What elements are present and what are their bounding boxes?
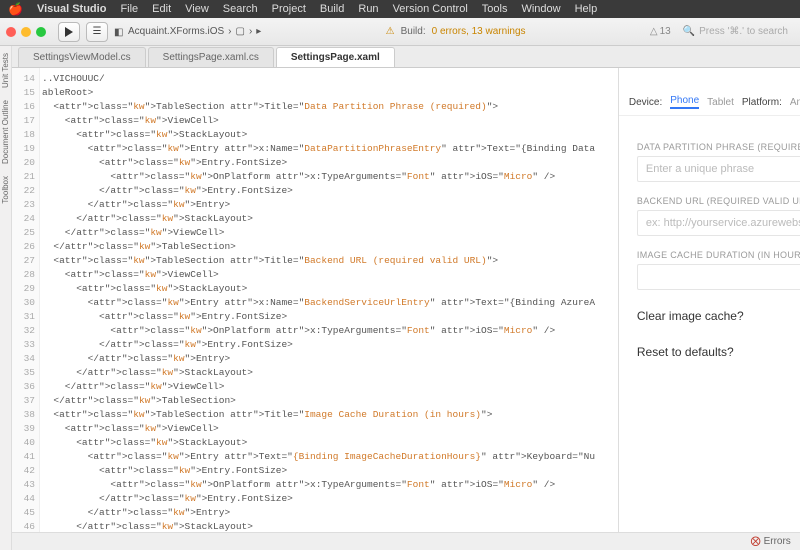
tab-settingspage-xaml[interactable]: SettingsPage.xaml [276, 47, 395, 67]
pad-document-outline[interactable]: Document Outline [0, 97, 11, 167]
minimize-window-icon[interactable] [21, 27, 31, 37]
macos-menubar: 🍎 Visual Studio File Edit View Search Pr… [0, 0, 800, 18]
switch-clear-cache-label: Clear image cache? [637, 309, 744, 323]
run-button[interactable] [58, 22, 80, 42]
warning-badge[interactable]: △13 [650, 26, 671, 37]
menu-build[interactable]: Build [320, 3, 344, 15]
menu-app[interactable]: Visual Studio [37, 3, 106, 15]
xaml-previewer: Preview Device: Phone Tablet Platform: A… [618, 68, 800, 532]
left-pad-sidebar: Unit Tests Document Outline Toolbox [0, 46, 12, 550]
build-status-text: 0 errors, 13 warnings [432, 26, 526, 37]
document-tabs: SettingsViewModel.cs SettingsPage.xaml.c… [12, 46, 800, 68]
section-image-cache: IMAGE CACHE DURATION (IN HOURS) [637, 250, 800, 260]
menu-run[interactable]: Run [358, 3, 378, 15]
menu-project[interactable]: Project [272, 3, 306, 15]
device-phone[interactable]: Phone [670, 95, 699, 109]
code-content[interactable]: ..VICHOUUC/ ableRoot> <attr">class="kw">… [40, 68, 618, 532]
backend-url-input[interactable] [637, 210, 800, 236]
section-backend-url: BACKEND URL (REQUIRED VALID URL) [637, 196, 800, 206]
close-window-icon[interactable] [6, 27, 16, 37]
statusbar: ⨂Errors ☑Tasks ☷Properties [12, 532, 800, 550]
search-placeholder: Press '⌘.' to search [699, 26, 788, 37]
error-icon: ⨂ [751, 536, 761, 547]
status-errors[interactable]: ⨂Errors [751, 536, 791, 547]
breadcrumb-project: Acquaint.XForms.iOS [128, 26, 224, 37]
menu-file[interactable]: File [120, 3, 138, 15]
menu-tools[interactable]: Tools [482, 3, 508, 15]
warn-triangle-icon: △ [650, 26, 658, 37]
startup-breadcrumb[interactable]: ◧ Acquaint.XForms.iOS › ▢ › ▸ [114, 26, 261, 37]
pad-unit-tests[interactable]: Unit Tests [0, 50, 11, 91]
global-search[interactable]: 🔍 Press '⌘.' to search [677, 26, 794, 37]
config-icon: ◧ [114, 27, 124, 37]
tab-settingsviewmodel[interactable]: SettingsViewModel.cs [18, 47, 146, 67]
preview-device-bar: Device: Phone Tablet Platform: Android i… [619, 93, 800, 116]
code-editor[interactable]: 14 15 16 17 18 19 20 21 22 23 24 25 26 2… [12, 68, 618, 532]
menu-view[interactable]: View [185, 3, 209, 15]
configure-button[interactable]: ☰ [86, 22, 108, 42]
window-controls [6, 27, 46, 37]
device-tablet[interactable]: Tablet [707, 97, 734, 108]
menu-window[interactable]: Window [521, 3, 560, 15]
switch-reset-defaults-label: Reset to defaults? [637, 345, 734, 359]
apple-icon[interactable]: 🍎 [8, 2, 23, 16]
device-label: Device: [629, 97, 662, 108]
menu-search[interactable]: Search [223, 3, 258, 15]
line-gutter: 14 15 16 17 18 19 20 21 22 23 24 25 26 2… [12, 68, 40, 532]
warning-icon: ⚠ [386, 26, 395, 37]
menu-vcs[interactable]: Version Control [393, 3, 468, 15]
search-icon: 🔍 [683, 26, 695, 37]
image-cache-input[interactable] [637, 264, 800, 290]
build-status: ⚠ Build: 0 errors, 13 warnings [267, 26, 644, 37]
breadcrumb-device: ▸ [256, 26, 261, 37]
breadcrumb-sep: › [228, 26, 231, 37]
tab-settingspage-cs[interactable]: SettingsPage.xaml.cs [148, 47, 274, 67]
toolbar: ☰ ◧ Acquaint.XForms.iOS › ▢ › ▸ ⚠ Build:… [0, 18, 800, 46]
pad-toolbox[interactable]: Toolbox [0, 173, 11, 207]
build-status-prefix: Build: [401, 26, 426, 37]
zoom-window-icon[interactable] [36, 27, 46, 37]
data-partition-input[interactable] [637, 156, 800, 182]
breadcrumb-config: ▢ [236, 26, 245, 37]
preview-surface: DATA PARTITION PHRASE (REQUIRED) BACKEND… [619, 116, 800, 532]
menu-help[interactable]: Help [575, 3, 598, 15]
breadcrumb-sep2: › [249, 26, 252, 37]
menu-edit[interactable]: Edit [152, 3, 171, 15]
platform-android[interactable]: Android [790, 97, 800, 108]
section-data-partition: DATA PARTITION PHRASE (REQUIRED) [637, 142, 800, 152]
platform-label: Platform: [742, 97, 782, 108]
